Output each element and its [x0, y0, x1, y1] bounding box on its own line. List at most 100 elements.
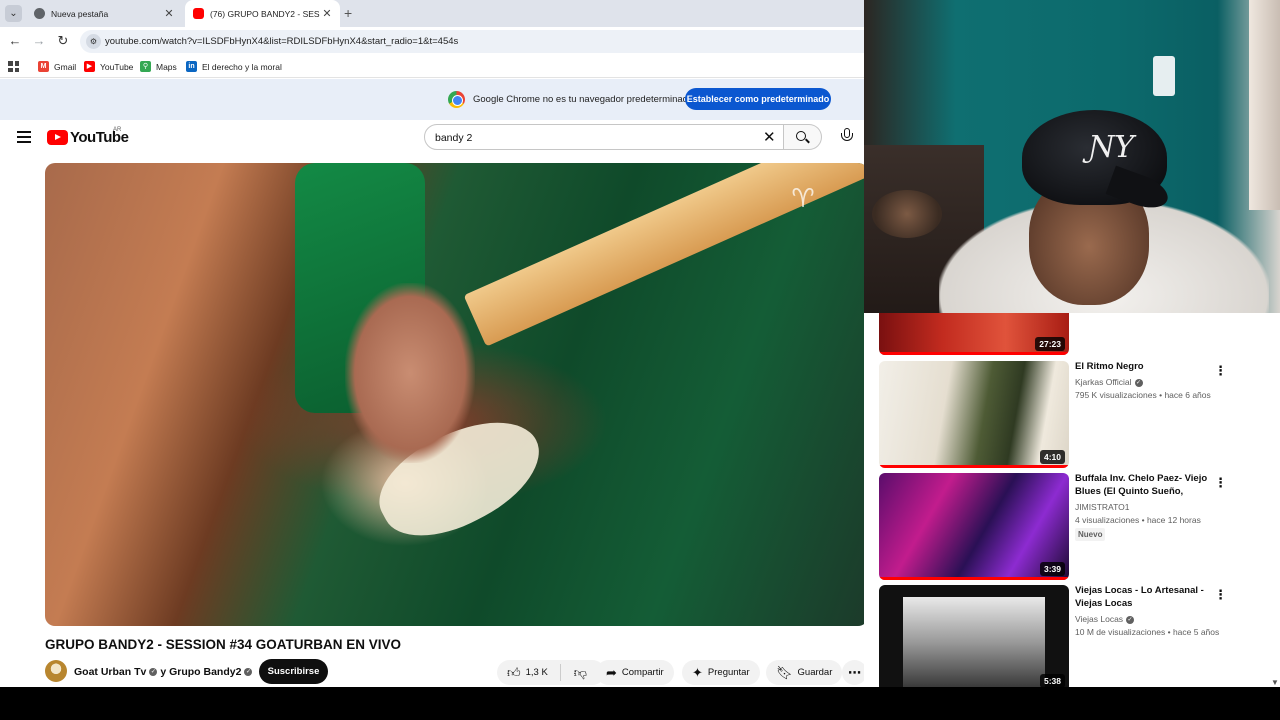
recommendation-channel[interactable]: Viejas Locas ✓ — [1075, 614, 1137, 624]
watch-progress-bar — [879, 577, 1069, 580]
like-count[interactable]: 1,3 K — [526, 667, 548, 678]
recommendation-title[interactable]: El Ritmo Negro — [1075, 361, 1215, 374]
recommendation-thumbnail[interactable]: 27:23 — [879, 313, 1069, 355]
chrome-icon — [34, 8, 45, 19]
more-options-icon[interactable]: ⋮ — [1214, 587, 1227, 603]
tab-strip: ⌄ Nueva pestaña ✕ (76) GRUPO BANDY2 - SE… — [0, 0, 864, 27]
close-tab-icon[interactable]: ✕ — [162, 7, 176, 20]
recommendation-title[interactable]: Viejas Locas - Lo Artesanal - Viejas Loc… — [1075, 585, 1215, 611]
tab-title: Nueva pestaña — [51, 8, 109, 19]
forward-arrow-icon[interactable]: → — [31, 33, 47, 48]
bookmark-icon: 🔖︎ — [776, 664, 793, 680]
channel-text: Kjarkas Official — [1075, 377, 1132, 387]
tab-new-tab[interactable]: Nueva pestaña ✕ — [26, 0, 182, 27]
verified-icon: ✓ — [1134, 378, 1143, 387]
apps-grid-icon[interactable] — [8, 61, 19, 72]
menu-hamburger-icon[interactable] — [17, 131, 31, 143]
screen: ⌄ Nueva pestaña ✕ (76) GRUPO BANDY2 - SE… — [0, 0, 1280, 720]
verified-icon: ✓ — [149, 668, 158, 677]
bookmark-youtube[interactable]: ▶ YouTube — [84, 61, 133, 72]
video-duration: 5:38 — [1039, 674, 1065, 687]
youtube-icon: ▶ — [84, 61, 95, 72]
default-browser-banner: Google Chrome no es tu navegador predete… — [0, 79, 864, 120]
save-button[interactable]: 🔖︎ Guardar — [766, 660, 843, 685]
ny-logo-icon: ƝY — [1088, 130, 1135, 165]
more-options-icon[interactable]: ⋮ — [1214, 363, 1227, 379]
youtube-icon — [193, 8, 204, 19]
webcam-lamp — [1153, 56, 1175, 96]
youtube-header: YouTube AR bandy 2 ✕ — [0, 120, 864, 156]
recommendation-meta: 795 K visualizaciones • hace 6 años — [1075, 390, 1211, 400]
browser-toolbar: ← → ↻ ⚙ youtube.com/watch?v=ILSDFbHynX4&… — [0, 27, 864, 56]
subscribe-button[interactable]: Suscribirse — [259, 659, 328, 684]
recommendation-meta: 4 visualizaciones • hace 12 horas — [1075, 515, 1201, 525]
gmail-icon: M — [38, 61, 49, 72]
recommendation-channel[interactable]: JIMISTRATO1 — [1075, 502, 1129, 512]
close-tab-icon[interactable]: ✕ — [320, 7, 334, 20]
clear-search-icon[interactable]: ✕ — [763, 128, 776, 146]
set-default-button[interactable]: Establecer como predeterminado — [685, 88, 831, 110]
share-button[interactable]: ➦ Compartir — [596, 660, 674, 685]
watch-progress-bar — [879, 465, 1069, 468]
search-button[interactable] — [784, 124, 822, 150]
back-arrow-icon[interactable]: ← — [7, 33, 23, 48]
tab-search-button[interactable]: ⌄ — [5, 5, 22, 22]
scroll-down-arrow-icon[interactable]: ▼ — [1271, 678, 1279, 687]
maps-pin-icon: ⚲ — [140, 61, 151, 72]
bookmark-label: YouTube — [100, 61, 134, 72]
voice-search-mic-icon[interactable] — [838, 127, 856, 147]
search-input[interactable]: bandy 2 ✕ — [424, 124, 784, 150]
recommendation-thumbnail[interactable]: 3:39 — [879, 473, 1069, 580]
recommendations-sidebar: 27:23 4:10 El Ritmo Negro Kjarkas Offici… — [864, 313, 1280, 687]
chrome-logo-icon — [448, 91, 465, 108]
channel-avatar[interactable] — [45, 660, 67, 682]
video-frame-hand — [345, 283, 475, 463]
ask-label: Preguntar — [707, 667, 750, 678]
channel-name[interactable]: Goat Urban Tv ✓ y Grupo Bandy2 ✓ — [74, 666, 255, 678]
new-tab-plus-icon[interactable]: + — [344, 5, 352, 21]
bookmark-el-derecho[interactable]: in El derecho y la moral — [186, 61, 282, 72]
share-arrow-icon: ➦ — [606, 664, 617, 680]
collab-channel-text: y Grupo Bandy2 — [160, 666, 242, 678]
reload-icon[interactable]: ↻ — [55, 33, 71, 49]
banner-message: Google Chrome no es tu navegador predete… — [473, 94, 694, 105]
bookmark-gmail[interactable]: M Gmail — [38, 61, 76, 72]
album-photo — [903, 597, 1045, 687]
search-value: bandy 2 — [435, 132, 473, 144]
thumbs-down-icon[interactable]: 👎︎ — [574, 665, 587, 681]
address-bar[interactable]: ⚙ youtube.com/watch?v=ILSDFbHynX4&list=R… — [80, 30, 864, 53]
sparkle-icon: ✦ — [692, 664, 703, 680]
thumbs-up-icon[interactable]: 👍︎ — [507, 665, 521, 681]
search-icon — [796, 131, 806, 141]
bookmark-label: Gmail — [54, 61, 77, 72]
divider — [559, 664, 561, 681]
tab-youtube-video[interactable]: (76) GRUPO BANDY2 - SESSION #34 GOATURBA… — [185, 0, 340, 27]
screen-bottom-bar — [0, 687, 1280, 720]
channel-name-text: Goat Urban Tv — [74, 666, 147, 678]
webcam-cat — [872, 190, 942, 238]
bookmark-maps[interactable]: ⚲ Maps — [140, 61, 177, 72]
verified-icon: ✓ — [244, 668, 253, 677]
save-label: Guardar — [797, 667, 833, 678]
webcam-overlay: ƝY — [864, 0, 1280, 313]
bookmarks-bar: M Gmail ▶ YouTube ⚲ Maps in El derecho y… — [0, 56, 864, 78]
bookmark-label: Maps — [156, 61, 177, 72]
video-duration: 3:39 — [1039, 562, 1065, 576]
tab-title: (76) GRUPO BANDY2 - SESSION #34 GOATURBA… — [210, 8, 320, 19]
more-options-icon[interactable]: ⋮ — [1214, 475, 1227, 491]
site-info-icon[interactable]: ⚙ — [86, 34, 101, 49]
recommendation-title[interactable]: Buffala Inv. Chelo Paez- Viejo Blues (El… — [1075, 473, 1215, 499]
goat-watermark-icon: ♈ — [791, 183, 815, 213]
video-title: GRUPO BANDY2 - SESSION #34 GOATURBAN EN … — [45, 637, 402, 652]
ask-button[interactable]: ✦ Preguntar — [682, 660, 760, 685]
recommendation-thumbnail[interactable]: 4:10 — [879, 361, 1069, 468]
recommendation-thumbnail[interactable]: 5:38 — [879, 585, 1069, 687]
like-dislike-group: 👍︎ 1,3 K 👎︎ — [497, 660, 605, 685]
video-player[interactable]: ♈ — [45, 163, 868, 626]
url-text: youtube.com/watch?v=ILSDFbHynX4&list=RDI… — [105, 36, 459, 47]
video-duration: 4:10 — [1039, 450, 1065, 464]
webcam-curtain — [1249, 0, 1280, 210]
youtube-logo[interactable]: YouTube AR — [47, 127, 129, 146]
recommendation-channel[interactable]: Kjarkas Official ✓ — [1075, 377, 1146, 387]
bookmark-label: El derecho y la moral — [202, 61, 282, 72]
